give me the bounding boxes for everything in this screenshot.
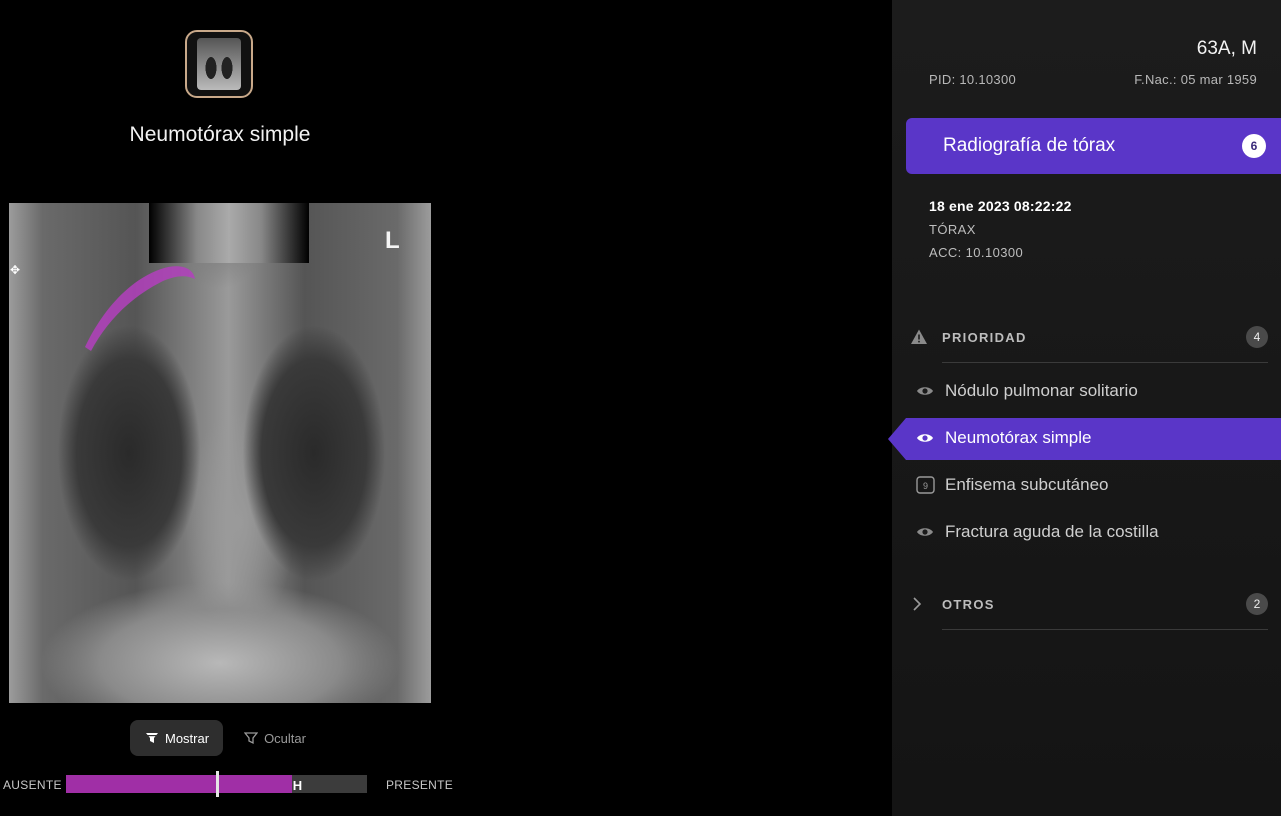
finding-thumbnail[interactable] bbox=[185, 30, 253, 98]
patient-id: PID: 10.10300 bbox=[929, 72, 1017, 87]
finding-item-label: Neumotórax simple bbox=[945, 428, 1092, 447]
findings-panel: 63A, M PID: 10.10300 F.Nac.: 05 mar 1959… bbox=[888, 0, 1281, 816]
slider-track[interactable]: H bbox=[66, 771, 367, 797]
priority-section-label: PRIORIDAD bbox=[942, 330, 1027, 345]
chest-xray-thumbnail-image bbox=[197, 38, 241, 90]
finding-item-fractura[interactable]: Fractura aguda de la costilla bbox=[906, 511, 1281, 553]
others-section-label: OTROS bbox=[942, 597, 995, 612]
hide-overlay-button[interactable]: Ocultar bbox=[229, 720, 320, 756]
warning-icon bbox=[911, 329, 927, 344]
section-divider bbox=[942, 629, 1268, 630]
overlay-toggle-group: Mostrar Ocultar bbox=[130, 720, 320, 756]
hide-overlay-label: Ocultar bbox=[264, 730, 306, 746]
eye-icon[interactable] bbox=[916, 523, 934, 541]
others-section-header[interactable]: OTROS 2 bbox=[910, 590, 1268, 630]
confidence-slider: AUSENTE H PRESENTE bbox=[0, 771, 460, 798]
study-date: 18 ene 2023 08:22:22 bbox=[929, 198, 1072, 214]
pneumothorax-overlay bbox=[85, 266, 195, 351]
patient-age-sex: 63A, M bbox=[1196, 38, 1257, 59]
study-accession: ACC: 10.10300 bbox=[929, 245, 1024, 260]
finding-item-nodulo[interactable]: Nódulo pulmonar solitario bbox=[906, 370, 1281, 412]
funnel-outline-icon bbox=[244, 732, 259, 745]
finding-item-label: Fractura aguda de la costilla bbox=[945, 522, 1159, 541]
finding-item-enfisema[interactable]: 9 Enfisema subcutáneo bbox=[906, 464, 1281, 506]
show-overlay-label: Mostrar bbox=[165, 730, 210, 746]
slider-max-label: PRESENTE bbox=[386, 778, 454, 792]
finding-item-label: Nódulo pulmonar solitario bbox=[945, 381, 1138, 400]
count-box-icon[interactable]: 9 bbox=[916, 476, 936, 494]
slider-thumb[interactable] bbox=[215, 771, 219, 797]
chest-xray-image[interactable]: L bbox=[9, 203, 431, 703]
study-card[interactable]: Radiografía de tórax 6 bbox=[906, 118, 1281, 174]
chevron-right-icon[interactable] bbox=[910, 595, 924, 613]
move-cursor-icon: ✥ bbox=[10, 263, 21, 277]
laterality-marker: L bbox=[385, 227, 400, 254]
finding-item-neumotorax[interactable]: Neumotórax simple bbox=[888, 417, 1281, 460]
finding-item-label: Enfisema subcutáneo bbox=[945, 475, 1109, 494]
slider-min-label: AUSENTE bbox=[3, 778, 62, 792]
image-viewer: Neumotórax simple L ✥ Mostrar Ocultar AU… bbox=[0, 0, 892, 816]
eye-icon[interactable] bbox=[916, 382, 934, 400]
funnel-icon bbox=[146, 733, 158, 743]
count-box-value: 9 bbox=[923, 481, 928, 491]
priority-count-badge: 4 bbox=[1246, 326, 1268, 348]
slider-fill bbox=[66, 775, 292, 793]
study-count-badge: 6 bbox=[1242, 134, 1266, 158]
finding-title: Neumotórax simple bbox=[129, 123, 311, 146]
study-title: Radiografía de tórax bbox=[943, 135, 1116, 156]
priority-section-header[interactable]: PRIORIDAD 4 bbox=[910, 323, 1268, 363]
show-overlay-button[interactable]: Mostrar bbox=[130, 720, 224, 756]
slider-threshold-handle[interactable]: H bbox=[293, 778, 302, 793]
patient-birth-date: F.Nac.: 05 mar 1959 bbox=[1134, 72, 1257, 87]
study-region: TÓRAX bbox=[929, 222, 976, 237]
section-divider bbox=[942, 362, 1268, 363]
others-count-badge: 2 bbox=[1246, 593, 1268, 615]
eye-icon[interactable] bbox=[916, 429, 934, 447]
pneumothorax-region-mask bbox=[85, 266, 195, 351]
